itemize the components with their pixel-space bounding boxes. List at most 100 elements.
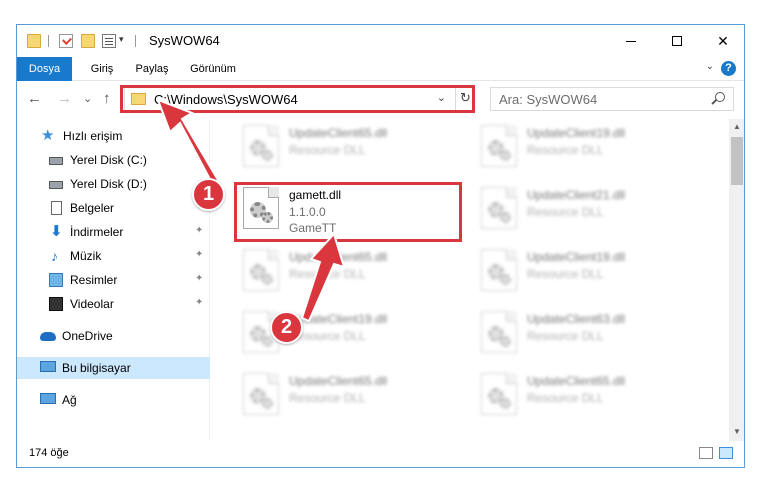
toolbar-separator (135, 35, 136, 47)
sidebar-item-label: Hızlı erişim (63, 129, 123, 143)
dll-file-icon (243, 187, 279, 229)
sidebar-item-local-disk-d[interactable]: Yerel Disk (D:) (17, 173, 210, 195)
close-button[interactable]: ✕ (700, 25, 744, 57)
file-tile[interactable]: UpdateClient63.dll Resource DLL (471, 305, 701, 361)
sidebar-item-onedrive[interactable]: OneDrive (17, 325, 210, 347)
file-description: Resource DLL (527, 267, 604, 281)
help-icon[interactable]: ? (721, 61, 736, 76)
tab-view[interactable]: Görünüm (183, 57, 243, 81)
tab-share[interactable]: Paylaş (129, 57, 175, 81)
vertical-scrollbar[interactable]: ▲ ▼ (729, 119, 744, 441)
folder-icon (27, 34, 41, 48)
file-description: Resource DLL (289, 391, 366, 405)
file-name: UpdateClient65.dll (289, 250, 388, 264)
sidebar-item-label: Belgeler (70, 201, 115, 215)
music-icon: ♪ (51, 248, 58, 264)
sidebar-item-label: Ağ (62, 393, 77, 407)
sidebar-item-videos[interactable]: Videolar ✦ (17, 293, 210, 315)
address-bar[interactable]: C:\Windows\SysWOW64 ⌄ (124, 87, 475, 111)
file-name: UpdateClient21.dll (527, 188, 626, 202)
explorer-window: ▾ SysWOW64 ✕ Dosya Giriş Paylaş Görünüm … (16, 24, 745, 468)
sidebar-item-this-pc[interactable]: Bu bilgisayar (17, 357, 210, 379)
star-icon: ★ (41, 127, 55, 144)
file-name: UpdateClient19.dll (527, 250, 626, 264)
file-tile[interactable]: UpdateClient65.dll Resource DLL (233, 367, 463, 423)
tiles-view-icon[interactable] (719, 447, 733, 459)
navigation-bar: ← → ⌄ ↑ C:\Windows\SysWOW64 ⌄ ↻ Ara: Sys… (17, 82, 744, 116)
sidebar-item-label: Videolar (70, 297, 114, 311)
sidebar-item-documents[interactable]: Belgeler ✦ (17, 197, 210, 219)
pin-icon[interactable]: ✦ (195, 249, 203, 260)
maximize-icon (672, 36, 682, 46)
file-tile[interactable]: UpdateClient19.dll Resource DLL (471, 119, 701, 175)
view-options-icon[interactable] (102, 34, 116, 48)
scrollbar-thumb[interactable] (731, 137, 743, 185)
sidebar-item-music[interactable]: ♪ Müzik ✦ (17, 245, 210, 267)
forward-button[interactable]: → (57, 90, 72, 107)
pin-icon[interactable]: ✦ (195, 153, 203, 164)
details-view-icon[interactable] (699, 447, 713, 459)
sidebar-item-downloads[interactable]: ⬇ İndirmeler ✦ (17, 221, 210, 243)
recent-locations-chevron-icon[interactable]: ⌄ (83, 92, 92, 105)
sidebar-item-label: Yerel Disk (D:) (70, 177, 147, 191)
computer-icon (40, 361, 56, 372)
scroll-down-icon[interactable]: ▼ (729, 427, 744, 436)
minimize-button[interactable] (608, 25, 654, 57)
sidebar-item-network[interactable]: Ağ (17, 389, 210, 411)
dll-file-icon (243, 373, 279, 415)
step-badge-2: 2 (270, 311, 303, 344)
dll-file-icon (481, 125, 517, 167)
title-bar: ▾ SysWOW64 ✕ (17, 25, 744, 57)
customize-toolbar-chevron-icon[interactable]: ▾ (119, 34, 124, 45)
file-tile[interactable]: UpdateClient65.dll Resource DLL (471, 367, 701, 423)
search-input[interactable]: Ara: SysWOW64 (499, 92, 597, 107)
window-title: SysWOW64 (149, 33, 220, 48)
expand-ribbon-chevron-icon[interactable]: ⌄ (706, 61, 714, 72)
sidebar-item-pictures[interactable]: Resimler ✦ (17, 269, 210, 291)
sidebar-item-local-disk-c[interactable]: Yerel Disk (C:) ✦ (17, 149, 210, 171)
maximize-button[interactable] (654, 25, 700, 57)
file-description: Resource DLL (289, 143, 366, 157)
file-version: 1.1.0.0 (289, 205, 326, 219)
close-icon: ✕ (717, 32, 729, 49)
file-tile[interactable]: UpdateClient19.dll Resource DLL (471, 243, 701, 299)
file-tile-gamett[interactable]: gamett.dll 1.1.0.0 GameTT (233, 181, 463, 237)
back-button[interactable]: ← (27, 90, 42, 107)
search-icon[interactable] (715, 92, 725, 102)
cloud-icon (40, 332, 56, 341)
search-box[interactable]: Ara: SysWOW64 (490, 87, 734, 111)
step-badge-1: 1 (192, 178, 225, 211)
pin-icon[interactable]: ✦ (195, 273, 203, 284)
new-folder-icon[interactable] (81, 34, 95, 48)
refresh-button[interactable]: ↻ (455, 87, 475, 111)
item-count: 174 öğe (29, 447, 69, 459)
minimize-icon (626, 40, 636, 42)
pin-icon[interactable]: ✦ (195, 225, 203, 236)
toolbar-separator (48, 35, 49, 47)
sidebar-item-label: OneDrive (62, 329, 113, 343)
navigation-pane: ★ Hızlı erişim Yerel Disk (C:) ✦ Yerel D… (17, 119, 210, 441)
properties-check-icon[interactable] (59, 34, 73, 48)
sidebar-item-label: Yerel Disk (C:) (70, 153, 147, 167)
file-description: Resource DLL (527, 205, 604, 219)
sidebar-item-quick-access[interactable]: ★ Hızlı erişim (17, 125, 210, 147)
file-tile[interactable]: UpdateClient65.dll Resource DLL (233, 243, 463, 299)
file-tile[interactable]: UpdateClient21.dll Resource DLL (471, 181, 701, 237)
file-description: GameTT (289, 221, 337, 235)
file-description: Resource DLL (527, 329, 604, 343)
file-name: UpdateClient65.dll (527, 374, 626, 388)
file-name: UpdateClient65.dll (289, 374, 388, 388)
scroll-up-icon[interactable]: ▲ (729, 122, 744, 131)
tab-home[interactable]: Giriş (81, 57, 123, 81)
up-button[interactable]: ↑ (103, 90, 111, 107)
file-description: Resource DLL (527, 143, 604, 157)
address-dropdown-chevron-icon[interactable]: ⌄ (437, 91, 446, 104)
address-path[interactable]: C:\Windows\SysWOW64 (154, 92, 298, 107)
pin-icon[interactable]: ✦ (195, 297, 203, 308)
tab-file[interactable]: Dosya (17, 57, 72, 81)
file-name: gamett.dll (289, 188, 342, 202)
dll-file-icon (243, 125, 279, 167)
file-tile[interactable]: UpdateClient19.dll Resource DLL (233, 305, 463, 361)
file-description: Resource DLL (289, 267, 366, 281)
file-tile[interactable]: UpdateClient65.dll Resource DLL (233, 119, 463, 175)
